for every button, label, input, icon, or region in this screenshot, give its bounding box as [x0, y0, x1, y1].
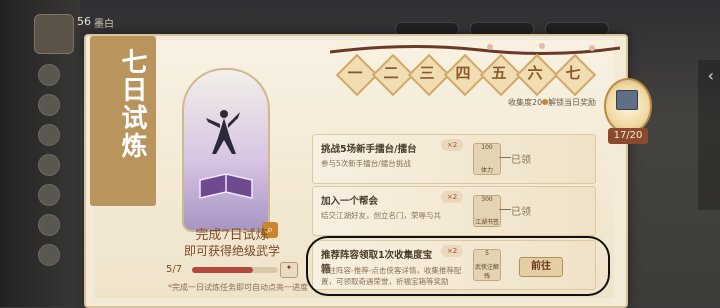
progress-end-reward-icon[interactable]: ✦: [280, 262, 298, 278]
claimed-status: 已领: [511, 155, 531, 166]
task-desc: 参与5次新手擂台/擂台挑战: [321, 159, 411, 168]
reward-item[interactable]: 300 江湖书签: [473, 195, 501, 227]
collect-label: 收集度20: [508, 98, 543, 107]
task-title: 挑战5场新手擂台/擂台: [321, 144, 417, 155]
event-banner-title: 七日试炼: [117, 48, 147, 160]
day-tab-label: 五: [491, 64, 507, 82]
task-title: 加入一个帮会: [321, 196, 379, 207]
menu-icon-5[interactable]: [38, 184, 60, 206]
reward-qty: 100: [481, 144, 493, 151]
menu-icon-2[interactable]: [38, 94, 60, 116]
reward-item[interactable]: 100 体力: [473, 143, 501, 175]
reward-qty: 300: [481, 196, 493, 203]
day-tab-label: 一: [347, 64, 363, 82]
menu-icon-4[interactable]: [38, 154, 60, 176]
day-tab-label: 四: [455, 64, 471, 82]
progress-text: 5/7: [166, 264, 183, 275]
task-item: 加入一个帮会 结交江湖好友，创立名门，荣辱与共 ×2 300 江湖书签 已领: [312, 186, 596, 236]
player-name: 墨白: [94, 19, 114, 30]
menu-icon-3[interactable]: [38, 124, 60, 146]
day-tab-label: 七: [565, 64, 581, 82]
menu-icon-1[interactable]: [38, 64, 60, 86]
player-level: 56: [77, 15, 91, 28]
task-item: 挑战5场新手擂台/擂台 参与5次新手擂台/擂台挑战 ×2 100 体力 已领: [312, 134, 596, 184]
unlock-label: 解锁当日奖励: [548, 98, 596, 107]
progress-fill: [192, 267, 254, 273]
task-desc: 结交江湖好友，创立名门，荣辱与共: [321, 211, 441, 220]
progress-bar: 5/7 ✦: [166, 262, 298, 278]
day-tab-label: 三: [419, 64, 435, 82]
task-multiplier: ×2: [441, 191, 463, 203]
menu-icon-7[interactable]: [38, 244, 60, 266]
headline-line-2: 即可获得绝级武学: [183, 244, 280, 258]
arrow-line: [499, 157, 511, 158]
claimed-status: 已领: [511, 207, 531, 218]
avatar[interactable]: [34, 14, 74, 54]
reward-label: 体力: [480, 167, 493, 174]
day-tab-label: 二: [383, 64, 399, 82]
expand-arrow-icon[interactable]: ‹: [708, 66, 714, 85]
book-icon: [616, 90, 638, 110]
martial-book-icon: [199, 173, 253, 199]
reward-label: 江湖书签: [474, 219, 499, 226]
task-multiplier: ×2: [441, 139, 463, 151]
martial-artist-icon: [206, 110, 240, 154]
arrow-line: [499, 209, 511, 210]
day-tab-label: 六: [527, 64, 543, 82]
medal-count: 17/20: [608, 128, 648, 144]
headline-line-1: 完成7日试炼: [195, 228, 269, 243]
annotation-circle: [306, 236, 610, 296]
menu-icon-6[interactable]: [38, 214, 60, 236]
